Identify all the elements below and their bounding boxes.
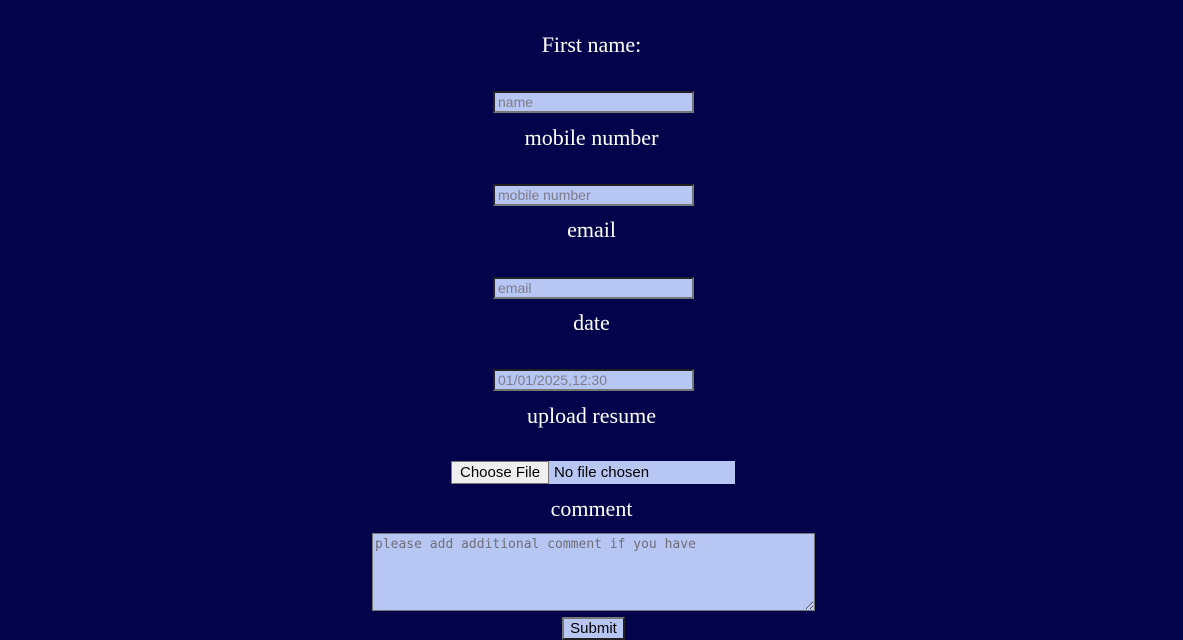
email-input[interactable]	[493, 277, 694, 299]
mobile-number-label: mobile number	[524, 125, 659, 150]
mobile-number-input[interactable]	[493, 184, 694, 206]
upload-resume-label: upload resume	[527, 403, 656, 428]
file-status-text: No file chosen	[554, 464, 650, 481]
choose-file-button[interactable]: Choose File	[451, 461, 550, 484]
first-name-input[interactable]	[493, 91, 694, 113]
comment-label: comment	[550, 496, 633, 521]
email-label: email	[567, 217, 616, 242]
comment-textarea[interactable]	[372, 533, 815, 611]
date-input[interactable]	[493, 369, 694, 391]
first-name-label: First name:	[541, 32, 642, 57]
application-form: First name: mobile number email date upl…	[0, 0, 1183, 640]
submit-button[interactable]: Submit	[562, 617, 625, 640]
date-label: date	[573, 310, 610, 335]
resume-file-input[interactable]: Choose File No file chosen	[451, 461, 735, 484]
